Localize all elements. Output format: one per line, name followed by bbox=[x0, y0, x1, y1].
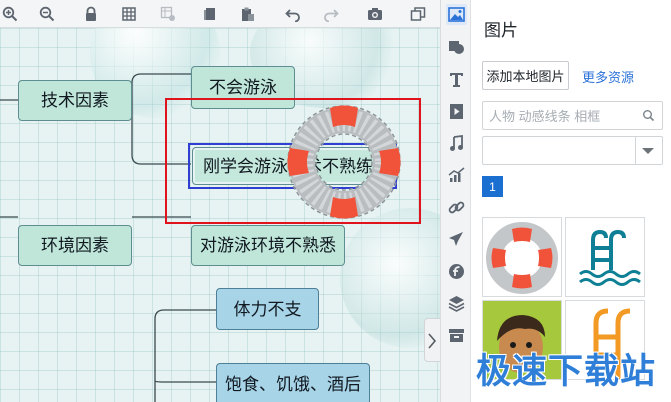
node-stamina[interactable]: 体力不支 bbox=[216, 288, 319, 330]
mindmap-canvas[interactable]: 技术因素 不会游泳 刚学会游泳技术不熟练 环境因素 对游泳环境不熟悉 体力不支 … bbox=[0, 28, 440, 402]
grid-settings-icon[interactable] bbox=[158, 4, 178, 24]
life-ring-thumbnail-icon bbox=[486, 222, 558, 294]
select-divider bbox=[635, 137, 636, 164]
search-icon[interactable] bbox=[642, 109, 655, 122]
redo-icon[interactable] bbox=[321, 4, 341, 24]
layers-icon[interactable] bbox=[446, 293, 467, 314]
video-icon[interactable] bbox=[446, 101, 467, 122]
canvas-toolbar bbox=[0, 0, 440, 28]
undo-icon[interactable] bbox=[283, 4, 303, 24]
chevron-right-icon bbox=[428, 333, 437, 349]
node-env-factors[interactable]: 环境因素 bbox=[18, 225, 132, 266]
pool-ladder-icon bbox=[579, 229, 641, 286]
category-select[interactable] bbox=[482, 136, 663, 165]
copy-icon[interactable] bbox=[200, 4, 220, 24]
camera-icon[interactable] bbox=[365, 4, 385, 24]
add-local-image-button[interactable]: 添加本地图片 bbox=[482, 61, 569, 90]
link-icon[interactable] bbox=[446, 197, 467, 218]
zoom-out-icon[interactable] bbox=[37, 4, 57, 24]
image-search-input[interactable] bbox=[489, 107, 639, 125]
watermark: 极速下载站 bbox=[476, 352, 657, 391]
chart-icon[interactable] bbox=[446, 165, 467, 186]
node-unfamiliar-env[interactable]: 对游泳环境不熟悉 bbox=[191, 225, 345, 266]
zoom-in-icon[interactable] bbox=[0, 4, 20, 24]
node-hunger[interactable]: 饱食、饥饿、酒后 bbox=[216, 363, 370, 402]
grid-icon[interactable] bbox=[119, 4, 139, 24]
page-number-button[interactable]: 1 bbox=[482, 176, 503, 197]
image-panel: 图片 添加本地图片 更多资源 1 bbox=[471, 0, 671, 402]
panel-collapse-tab[interactable] bbox=[424, 318, 440, 362]
shape-icon[interactable] bbox=[446, 37, 467, 58]
highlight-frame bbox=[165, 98, 421, 224]
panel-title: 图片 bbox=[484, 21, 518, 40]
window-icon[interactable] bbox=[408, 4, 428, 24]
thumbnail-pool-ladder[interactable] bbox=[565, 217, 645, 297]
flash-icon[interactable] bbox=[446, 261, 467, 282]
chevron-down-icon bbox=[642, 148, 654, 154]
image-search-box[interactable] bbox=[482, 101, 663, 130]
paste-icon[interactable] bbox=[238, 4, 258, 24]
node-tech-factors[interactable]: 技术因素 bbox=[18, 80, 132, 121]
lock-icon[interactable] bbox=[81, 4, 101, 24]
text-icon[interactable] bbox=[446, 69, 467, 90]
more-resources-link[interactable]: 更多资源 bbox=[582, 67, 634, 86]
image-icon[interactable] bbox=[446, 4, 467, 25]
thumbnail-life-ring[interactable] bbox=[482, 217, 562, 297]
plane-icon[interactable] bbox=[446, 229, 467, 250]
insert-toolbar bbox=[440, 0, 471, 402]
archive-icon[interactable] bbox=[446, 325, 467, 346]
music-icon[interactable] bbox=[446, 133, 467, 154]
